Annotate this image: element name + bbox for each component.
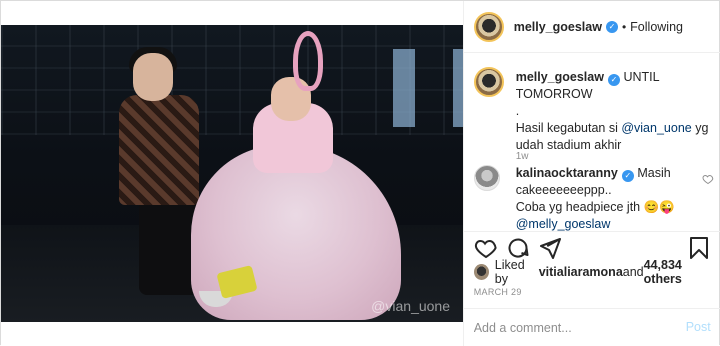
- bookmark-icon[interactable]: [687, 236, 711, 260]
- likes-prefix: Liked by: [494, 258, 525, 286]
- caption-mention[interactable]: @vian_uone: [621, 121, 691, 135]
- author-username[interactable]: melly_goeslaw: [514, 20, 602, 34]
- comment-like-heart-icon[interactable]: [702, 173, 714, 185]
- caption-avatar[interactable]: [473, 67, 504, 97]
- post-comment-button[interactable]: Post: [686, 320, 711, 334]
- comment-line2: Coba yg headpiece jth 😊😜: [515, 200, 675, 214]
- verified-badge-icon: ✓: [605, 20, 618, 33]
- likes-middle: and: [622, 265, 644, 279]
- commenter-avatar[interactable]: [473, 165, 500, 191]
- add-comment-input[interactable]: [473, 320, 674, 335]
- comment-text: kalinaocktaranny ✓ Masih cakeeeeeeeppp.. …: [516, 165, 686, 231]
- man-head: [133, 53, 173, 101]
- post-date[interactable]: MARCH 29: [474, 287, 522, 297]
- post-photo[interactable]: @vian_uone: [1, 25, 463, 322]
- studio-window: [393, 49, 415, 127]
- following-button[interactable]: Following: [630, 20, 683, 34]
- caption-text: melly_goeslaw ✓ UNTIL TOMORROW . Hasil ke…: [516, 69, 712, 154]
- likes-summary: Liked by vitialiaramona and 44,834 other…: [473, 258, 719, 286]
- add-comment-bar: Post: [463, 308, 720, 346]
- studio-window-right: [453, 49, 463, 127]
- man-legs: [139, 200, 199, 295]
- likes-count[interactable]: 44,834 others: [644, 258, 719, 286]
- comment-icon[interactable]: [506, 236, 530, 260]
- caption-username[interactable]: melly_goeslaw: [516, 70, 604, 84]
- liker-username[interactable]: vitialiaramona: [539, 265, 623, 279]
- headpiece: [293, 31, 323, 91]
- man-figure: [119, 95, 199, 205]
- caption-line2: .: [515, 104, 520, 118]
- comments-section: melly_goeslaw ✓ UNTIL TOMORROW . Hasil ke…: [464, 53, 720, 231]
- photo-watermark: @vian_uone: [371, 298, 450, 314]
- post-header: melly_goeslaw ✓ • Following: [463, 1, 720, 53]
- commenter-username[interactable]: kalinaocktaranny: [516, 166, 618, 180]
- caption-time-ago[interactable]: 1w: [516, 151, 529, 162]
- instagram-post: @vian_uone melly_goeslaw ✓ • Following m…: [0, 0, 720, 346]
- post-side-panel: melly_goeslaw ✓ • Following melly_goesla…: [462, 1, 720, 346]
- heart-icon[interactable]: [474, 236, 498, 260]
- verified-badge-icon: ✓: [607, 74, 620, 86]
- header-separator: •: [621, 19, 627, 34]
- caption-text-before: Hasil kegabutan si: [515, 121, 622, 135]
- comment-mention[interactable]: @melly_goeslaw: [516, 217, 611, 231]
- post-media[interactable]: @vian_uone: [1, 1, 463, 346]
- verified-badge-icon: ✓: [621, 170, 634, 182]
- liker-avatar[interactable]: [473, 264, 489, 280]
- share-icon[interactable]: [538, 236, 562, 260]
- author-avatar[interactable]: [473, 11, 504, 42]
